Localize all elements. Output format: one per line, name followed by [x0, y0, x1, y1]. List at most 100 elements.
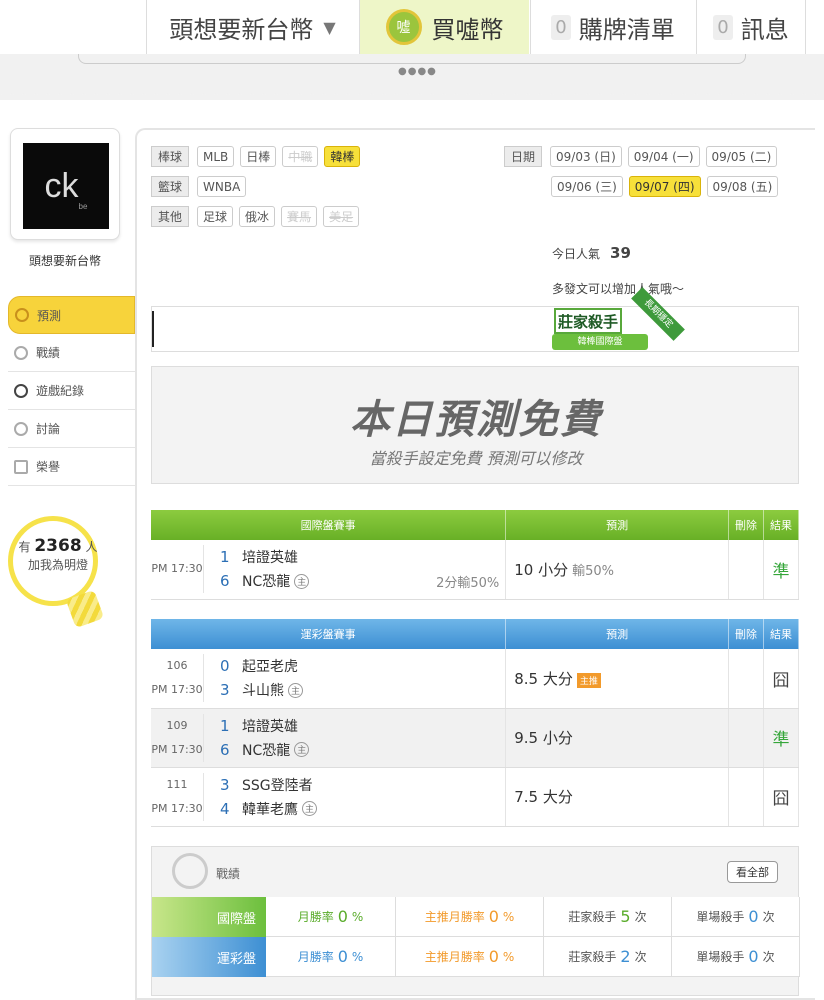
carousel-dots[interactable]: ●●●●	[398, 66, 437, 77]
result: 準	[763, 540, 799, 600]
filter-category: 籃球	[151, 176, 190, 197]
nav-label: 榮譽	[36, 460, 61, 474]
team-name: 斗山熊	[242, 683, 284, 700]
host-mark: 主	[288, 682, 304, 698]
monthly-value: 0	[337, 907, 348, 926]
banker-killer-value: 5	[620, 907, 631, 926]
score: 1	[220, 716, 230, 735]
monthly-label: 月勝率	[297, 910, 334, 924]
post-input[interactable]	[151, 306, 799, 352]
team-name: NC恐龍	[242, 742, 291, 759]
col-header: 預測	[505, 510, 730, 540]
result: 準	[763, 708, 799, 768]
prediction-sub: 輸50%	[572, 563, 615, 579]
filter-tag-disabled: 中職	[282, 146, 319, 167]
col-header: 預測	[505, 619, 730, 649]
main-pick-rate: 主推月勝率 0%	[396, 937, 544, 977]
purchase-list-label: 購牌清單	[578, 15, 675, 44]
delete-cell	[728, 767, 764, 827]
purchase-list-tab[interactable]: 0 購牌清單	[530, 0, 695, 54]
table-row: PM 17:30 1 培證英雄 6 NC恐龍主 2分輸50% 10 小分 輸50% 準	[151, 540, 799, 600]
date-tag-selected[interactable]: 09/07 (四)	[628, 176, 701, 197]
popularity: 今日人氣 39	[552, 244, 631, 262]
user-menu-tab[interactable]: 頭想要新台幣 ▼	[146, 0, 358, 54]
user-menu-label: 頭想要新台幣	[169, 15, 314, 44]
intl-table: 國際盤賽事 預測 刪除 結果 PM 17:30 1 培證英雄 6 NC恐龍主 2分輸5…	[151, 510, 799, 600]
date-tag[interactable]: 09/06 (三)	[551, 176, 623, 197]
banner-title: 本日預測免費	[350, 397, 602, 443]
score: 0	[220, 657, 230, 676]
filter-tag-selected[interactable]: 韓棒	[324, 146, 361, 167]
single-killer-label: 單場殺手	[696, 950, 745, 964]
score: 6	[220, 740, 230, 759]
sidebar: ck be 頭想要新台幣 預測 戰績 遊戲紀錄 討論 榮譽 有 2368 人 加我…	[0, 120, 135, 1000]
nav-label: 預測	[37, 308, 62, 323]
game-number: 106	[166, 659, 188, 673]
times-unit: 次	[762, 950, 775, 964]
nav-item-honor[interactable]: 榮譽	[8, 448, 135, 486]
date-tag[interactable]: 09/03 (日)	[550, 146, 622, 167]
team-name: 起亞老虎	[242, 659, 298, 676]
match-cell: 111 PM 17:30 3 SSG登陸者 4 韓華老鷹主	[151, 767, 507, 827]
prediction-value: 9.5 小分	[514, 729, 573, 747]
nav-item-predict[interactable]: 預測	[8, 296, 135, 334]
host-mark: 主	[302, 801, 318, 816]
times-unit: 次	[634, 950, 647, 964]
messages-tab[interactable]: 0 訊息	[696, 0, 806, 54]
target-icon	[172, 853, 208, 889]
filter-tag[interactable]: MLB	[197, 146, 235, 167]
filter-tag[interactable]: 足球	[197, 206, 234, 227]
lamp-widget[interactable]: 有 2368 人 加我為明燈	[8, 516, 128, 636]
coin-icon: 噓	[385, 9, 422, 45]
single-killer: 單場殺手 0 次	[672, 937, 800, 977]
top-nav: 頭想要新台幣 ▼ 噓 買噓幣 0 購牌清單 0 訊息	[0, 0, 824, 54]
monthly-rate: 月勝率 0%	[266, 897, 396, 937]
prediction-value: 7.5 大分	[514, 788, 573, 806]
nav-item-game-log[interactable]: 遊戲紀錄	[8, 372, 135, 410]
nav-item-discussion[interactable]: 討論	[8, 410, 135, 448]
main-pick-badge: 主推	[576, 672, 601, 688]
main-pick-rate: 主推月勝率 0%	[396, 897, 544, 937]
killer-badge-title: 莊家殺手	[554, 308, 622, 334]
banker-killer: 莊家殺手 2 次	[544, 937, 672, 977]
prediction: 9.5 小分	[505, 708, 730, 768]
prediction-value: 10 小分	[514, 560, 569, 579]
col-header: 運彩盤賽事	[151, 619, 507, 649]
table-row: 106 PM 17:30 0 起亞老虎 3 斗山熊主 8.5 大分 主推 囧	[151, 649, 799, 709]
game-number: 111	[166, 777, 188, 791]
nav-item-record[interactable]: 戰績	[8, 334, 135, 372]
col-header: 國際盤賽事	[151, 510, 507, 540]
nav-label: 討論	[36, 422, 61, 436]
lamp-text: 有 2368 人 加我為明燈	[8, 536, 108, 573]
filter-tag[interactable]: 俄冰	[239, 206, 276, 227]
prediction: 10 小分 輸50%	[505, 540, 730, 600]
caret-down-icon: ▼	[323, 17, 336, 37]
date-tag[interactable]: 09/05 (二)	[705, 146, 778, 167]
circle-icon	[14, 383, 28, 398]
prediction: 8.5 大分 主推	[505, 649, 730, 709]
filter-tag[interactable]: 日棒	[240, 146, 277, 167]
banner-subtitle: 當殺手設定免費 預測可以修改	[369, 449, 583, 468]
avatar[interactable]: ck be	[23, 143, 109, 229]
delete-cell	[728, 708, 764, 768]
banker-killer: 莊家殺手 5 次	[544, 897, 672, 937]
filter-tag[interactable]: WNBA	[197, 176, 247, 197]
game-time: PM 17:30	[151, 562, 203, 576]
nav-label: 遊戲紀錄	[36, 384, 85, 398]
filter-other: 其他 足球 俄冰 賽馬 美足	[151, 206, 365, 227]
times-unit: 次	[634, 910, 647, 924]
team-name: 培證英雄	[242, 550, 298, 567]
target-icon	[15, 308, 29, 322]
delete-cell	[728, 540, 764, 600]
col-header: 結果	[763, 510, 799, 540]
view-all-button[interactable]: 看全部	[727, 861, 778, 883]
single-killer-value: 0	[748, 947, 759, 966]
chat-icon	[14, 421, 28, 436]
col-header: 刪除	[728, 510, 764, 540]
percent-sign: %	[351, 949, 364, 964]
score: 3	[220, 775, 230, 794]
buy-coin-tab[interactable]: 噓 買噓幣	[359, 0, 529, 54]
date-tag[interactable]: 09/08 (五)	[706, 176, 779, 197]
lamp-cta[interactable]: 加我為明燈	[28, 558, 88, 572]
date-tag[interactable]: 09/04 (一)	[627, 146, 700, 167]
